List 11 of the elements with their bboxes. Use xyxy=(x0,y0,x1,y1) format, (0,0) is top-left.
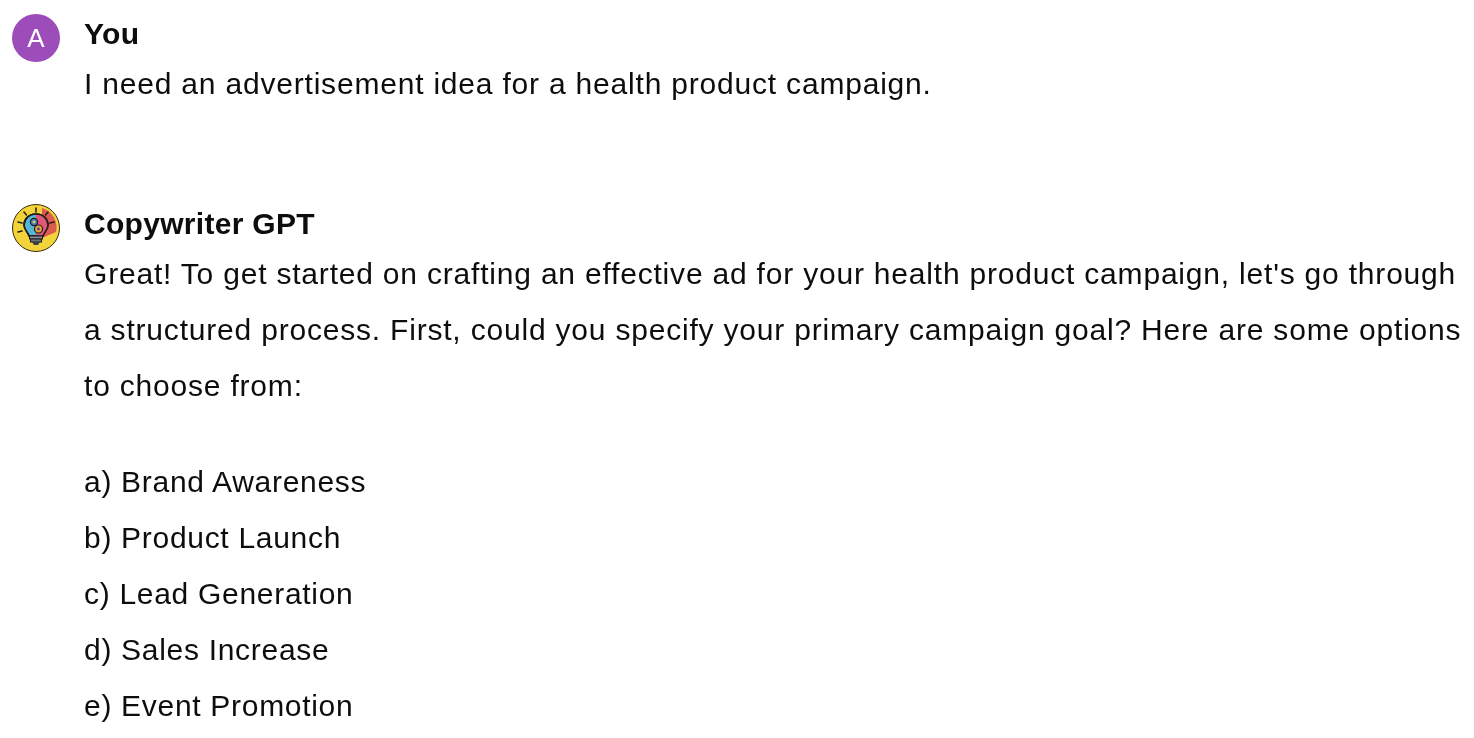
option-text: a) Brand Awareness xyxy=(84,464,367,500)
author-name: You xyxy=(84,16,140,52)
option-text: c) Lead Generation xyxy=(84,576,354,612)
option-text: e) Event Promotion xyxy=(84,688,354,724)
lightbulb-avatar-icon xyxy=(12,204,60,252)
user-avatar: A xyxy=(12,14,60,62)
option-text: b) Product Launch xyxy=(84,520,342,556)
message-text: I need an advertisement idea for a health product campaign. xyxy=(84,66,933,102)
message-text: Great! To get started on crafting an effective ad for your health product campaign, let's go through a structured process. First, could you specify your primary campaign goal? Here are some options to choose from: xyxy=(84,256,1463,404)
option-text: d) Sales Increase xyxy=(84,632,330,668)
author-name: Copywriter GPT xyxy=(84,206,315,242)
